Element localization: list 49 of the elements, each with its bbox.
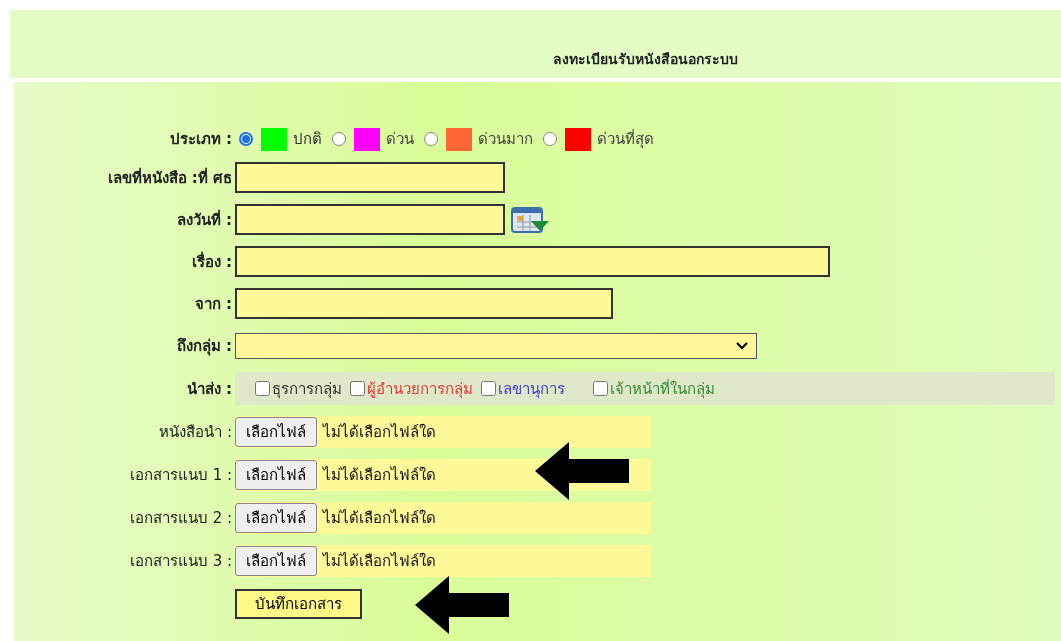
file-status: ไม่ได้เลือกไฟล์ใด (323, 422, 436, 443)
input-field[interactable] (235, 204, 505, 235)
radio-button[interactable] (543, 132, 557, 146)
field-label: เอกสารแนบ 1 : (128, 465, 233, 486)
file-input[interactable]: เลือกไฟล์ ไม่ได้เลือกไฟล์ใด (235, 502, 651, 534)
arrow-icon (415, 576, 509, 634)
field-label: ประเภท : (168, 129, 233, 150)
calendar-icon[interactable] (511, 204, 551, 235)
field-label: หนังสือนำ : (158, 422, 233, 443)
choose-file-button[interactable]: เลือกไฟล์ (235, 417, 317, 447)
field-label: จาก : (193, 293, 233, 315)
choose-file-button[interactable]: เลือกไฟล์ (235, 546, 317, 576)
input-field[interactable] (235, 288, 613, 319)
field-label: เอกสารแนบ 2 : (128, 508, 233, 529)
checkbox[interactable] (481, 381, 496, 396)
field-label: ถึงกลุ่ม : (175, 335, 233, 358)
choose-file-button[interactable]: เลือกไฟล์ (235, 503, 317, 533)
input-field[interactable] (235, 246, 830, 277)
radio-label: ด่วนมาก (478, 129, 533, 150)
file-status: ไม่ได้เลือกไฟล์ใด (323, 465, 436, 486)
checkbox[interactable] (593, 381, 608, 396)
radio-label: ปกติ (293, 129, 322, 150)
form-title: ลงทะเบียนรับหนังสือนอกระบบ (553, 50, 738, 69)
field-label: นำส่ง : (185, 378, 233, 400)
checkbox-label: เจ้าหน้าที่ในกลุ่ม (610, 378, 715, 401)
chevron-icon (736, 341, 748, 350)
input-field[interactable] (235, 162, 505, 193)
save-button[interactable]: บันทึกเอกสาร (235, 588, 362, 619)
file-status: ไม่ได้เลือกไฟล์ใด (323, 508, 436, 529)
field-label: เลขที่หนังสือ :ที่ ศธ (106, 166, 233, 189)
field-label: เอกสารแนบ 3 : (128, 551, 233, 572)
dropdown[interactable] (235, 332, 757, 359)
radio-label: ด่วน (386, 129, 414, 150)
file-input[interactable]: เลือกไฟล์ ไม่ได้เลือกไฟล์ใด (235, 416, 651, 448)
radio-label: ด่วนที่สุด (597, 128, 654, 151)
arrow-icon (535, 442, 629, 500)
checkbox[interactable] (255, 381, 270, 396)
checkbox-label: เลขานุการ (498, 378, 565, 401)
file-status: ไม่ได้เลือกไฟล์ใด (323, 551, 436, 572)
checkbox-label: ผู้อำนวยการกลุ่ม (367, 378, 473, 401)
radio-button[interactable] (239, 132, 253, 146)
checkbox[interactable] (350, 381, 365, 396)
radio-button[interactable] (424, 132, 438, 146)
field-label: ลงวันที่ : (175, 208, 233, 231)
radio-button[interactable] (332, 132, 346, 146)
choose-file-button[interactable]: เลือกไฟล์ (235, 460, 317, 490)
file-input[interactable]: เลือกไฟล์ ไม่ได้เลือกไฟล์ใด (235, 545, 651, 577)
checkbox-label: ธุรการกลุ่ม (272, 378, 342, 401)
field-label: เรื่อง : (190, 250, 233, 273)
